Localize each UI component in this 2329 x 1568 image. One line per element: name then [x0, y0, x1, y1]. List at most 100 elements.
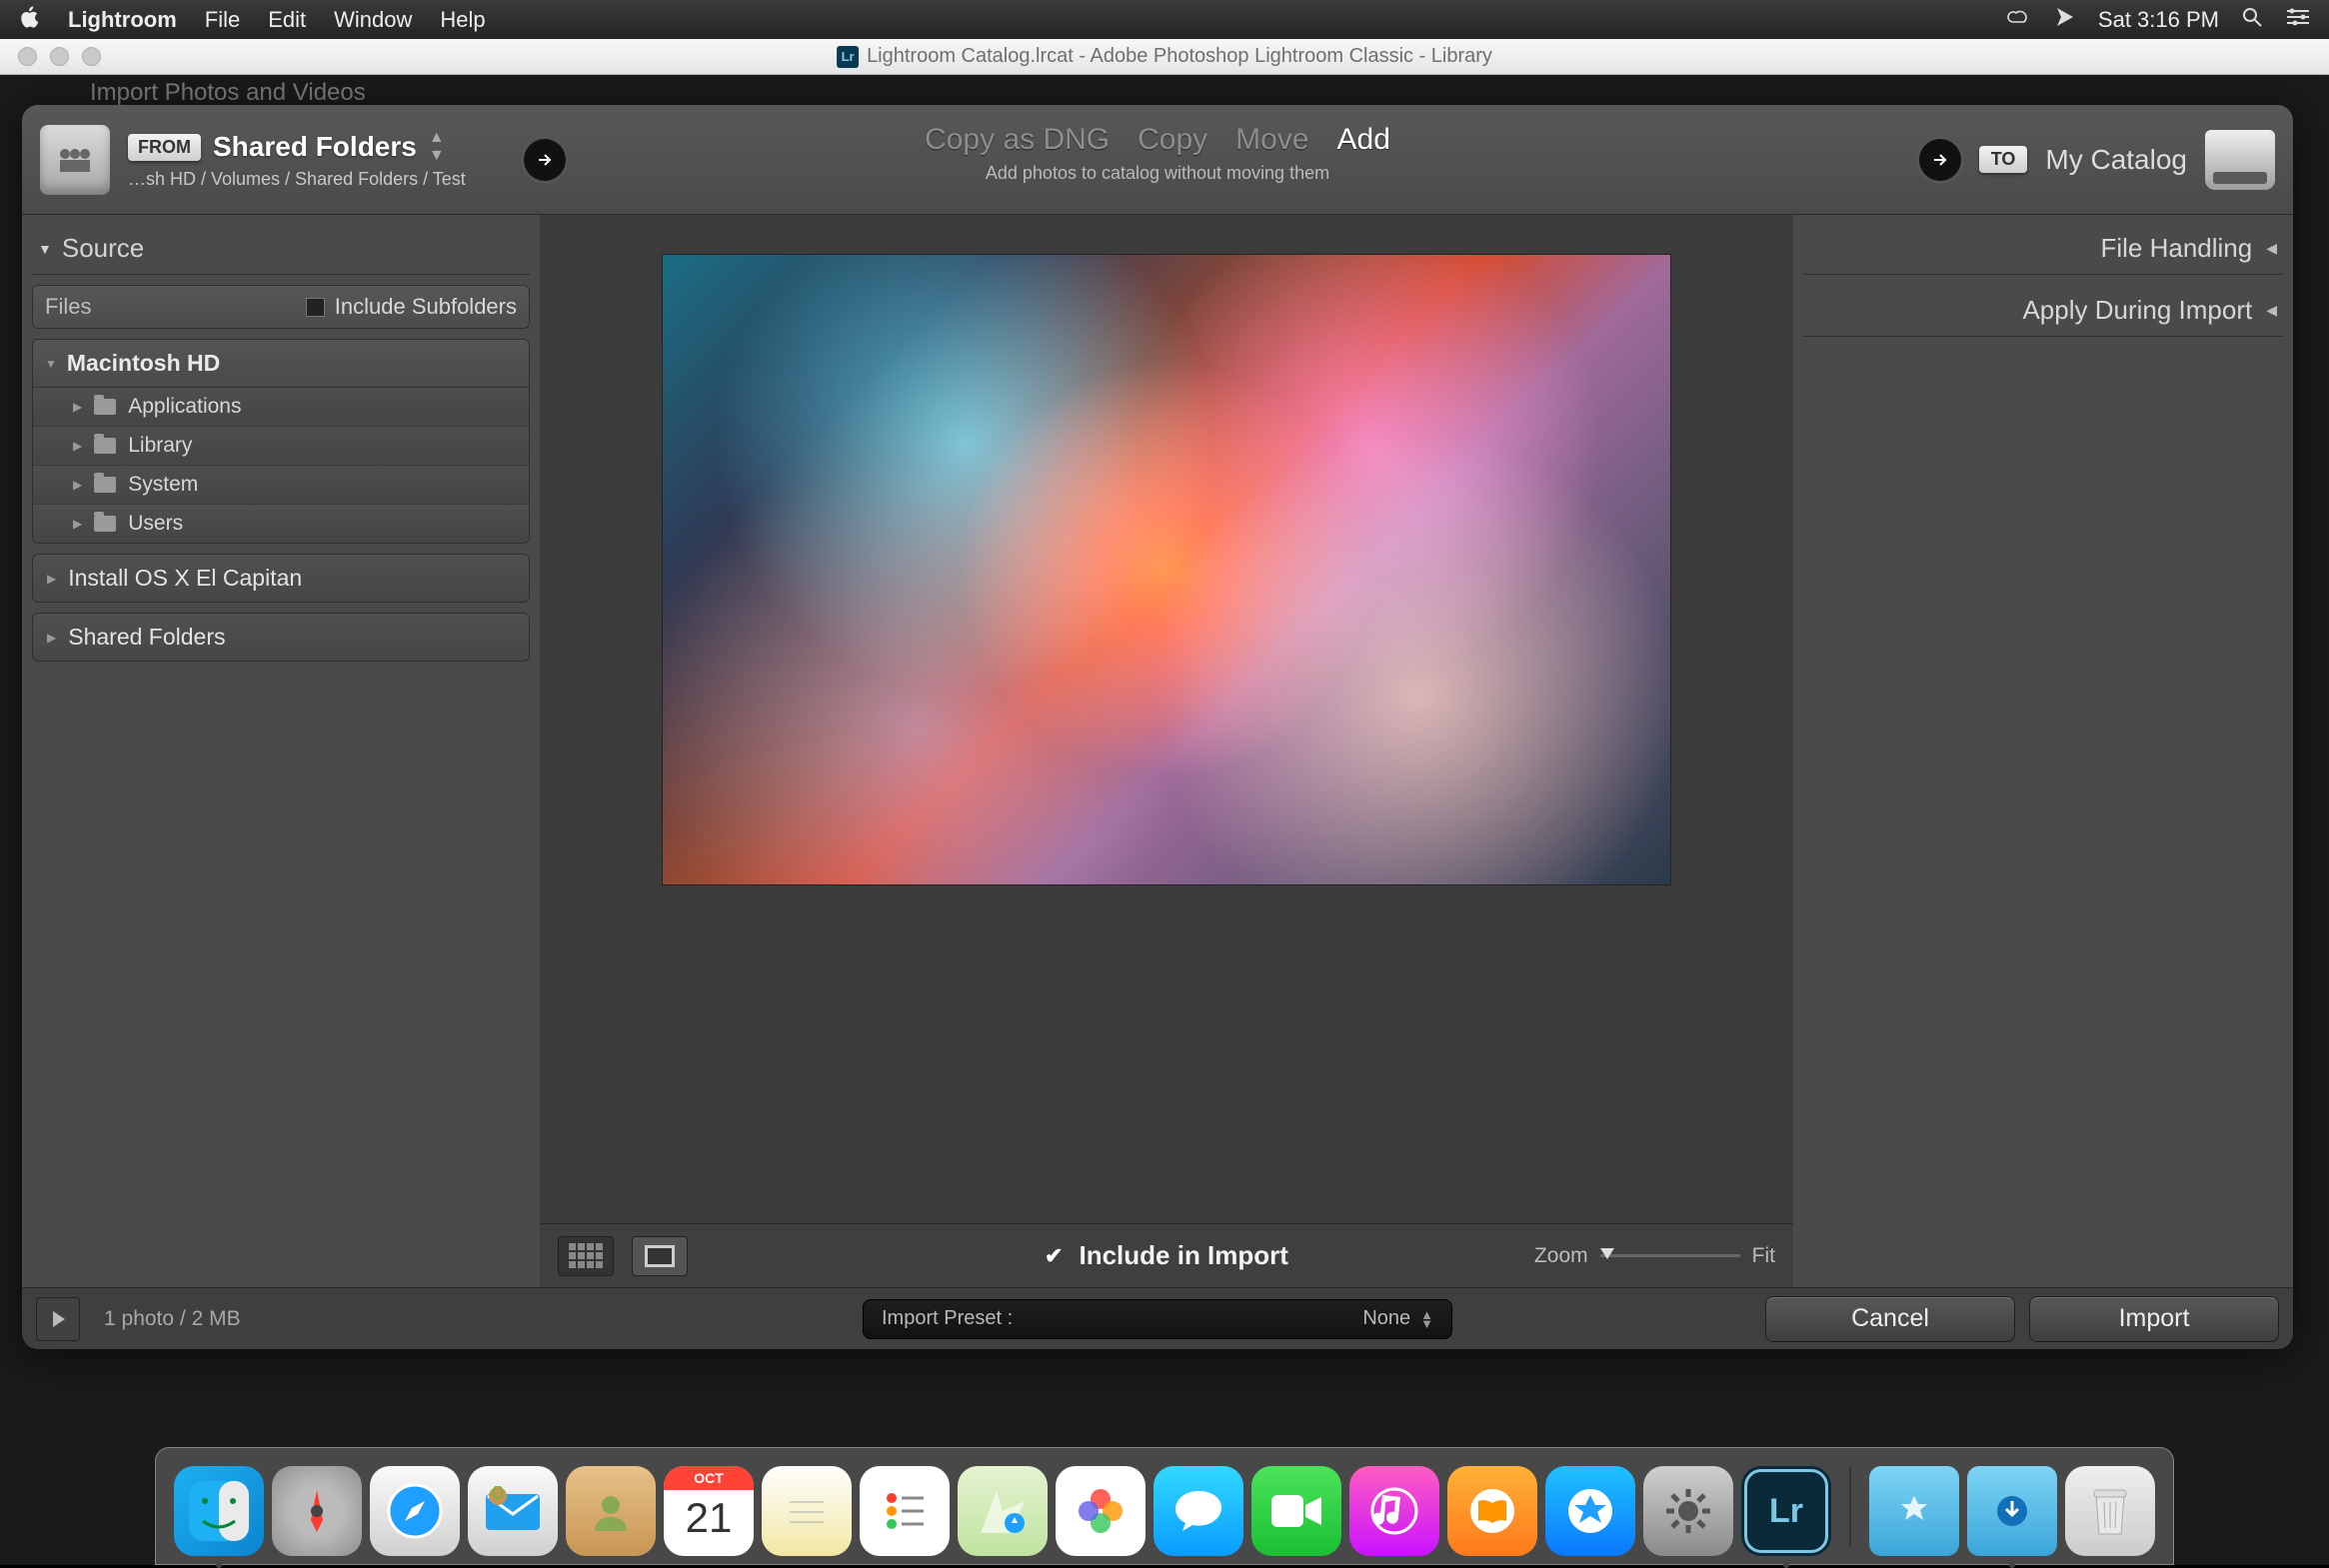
- file-handling-header[interactable]: File Handling ◀: [1803, 223, 2283, 275]
- source-arrow-button[interactable]: [524, 139, 566, 181]
- dock-reminders[interactable]: [860, 1466, 950, 1556]
- loupe-icon: [645, 1245, 675, 1267]
- dock-maps[interactable]: [958, 1466, 1048, 1556]
- dock-launchpad[interactable]: [272, 1466, 362, 1556]
- import-header: FROM Shared Folders ▲▼ …sh HD / Volumes …: [22, 105, 2293, 215]
- to-badge: TO: [1979, 146, 2028, 173]
- files-row: Files Include Subfolders: [32, 285, 530, 329]
- dock-messages[interactable]: [1154, 1466, 1243, 1556]
- chevron-updown-icon: ▲▼: [1420, 1310, 1433, 1328]
- dock-system-preferences[interactable]: [1643, 1466, 1733, 1556]
- dock-ibooks[interactable]: [1447, 1466, 1537, 1556]
- dock-downloads-folder[interactable]: [1967, 1466, 2057, 1556]
- source-dropdown-icon[interactable]: ▲▼: [429, 129, 445, 165]
- photo-thumbnail[interactable]: [663, 255, 1670, 884]
- macos-menubar: Lightroom File Edit Window Help Sat 3:16…: [0, 0, 2329, 39]
- folder-label: Users: [128, 512, 183, 536]
- mode-move[interactable]: Move: [1235, 123, 1308, 157]
- control-center-icon[interactable]: [2285, 7, 2311, 33]
- tree-item-system[interactable]: ▶System: [33, 466, 529, 505]
- folder-icon: [94, 477, 116, 493]
- menubar-item-edit[interactable]: Edit: [268, 7, 306, 33]
- mode-copy[interactable]: Copy: [1138, 123, 1207, 157]
- cancel-button[interactable]: Cancel: [1765, 1296, 2015, 1342]
- mode-add[interactable]: Add: [1337, 123, 1390, 157]
- dest-arrow-button[interactable]: [1919, 139, 1961, 181]
- tree-item-applications[interactable]: ▶Applications: [33, 388, 529, 427]
- menubar-app-name[interactable]: Lightroom: [68, 7, 177, 33]
- import-footer: 1 photo / 2 MB Import Preset : None▲▼ Ca…: [22, 1287, 2293, 1349]
- dock-appstore[interactable]: [1545, 1466, 1635, 1556]
- triangle-down-icon: ▼: [38, 241, 52, 257]
- source-network-drive-icon[interactable]: [40, 125, 110, 195]
- destination-title[interactable]: My Catalog: [2045, 144, 2187, 176]
- include-in-import-checkbox[interactable]: ✔: [1045, 1243, 1063, 1269]
- dock-safari[interactable]: [370, 1466, 460, 1556]
- minimize-import-button[interactable]: [36, 1297, 80, 1341]
- dock-photos[interactable]: [1056, 1466, 1146, 1556]
- import-preset-label: Import Preset :: [882, 1307, 1013, 1330]
- zoom-slider-thumb[interactable]: [1600, 1248, 1614, 1259]
- import-status: 1 photo / 2 MB: [94, 1307, 241, 1331]
- tree-root-macintosh-hd[interactable]: ▼Macintosh HD: [33, 340, 529, 388]
- apply-during-import-header[interactable]: Apply During Import ◀: [1803, 285, 2283, 337]
- source-title[interactable]: Shared Folders: [213, 131, 417, 163]
- source-panel-header[interactable]: ▼Source: [32, 223, 530, 275]
- import-mode-subtext: Add photos to catalog without moving the…: [925, 163, 1390, 184]
- destination-drive-icon[interactable]: [2205, 130, 2275, 190]
- folder-icon: [94, 516, 116, 532]
- import-mode-selector: Copy as DNG Copy Move Add Add photos to …: [925, 123, 1390, 184]
- folder-label: Applications: [128, 395, 241, 419]
- import-dialog-title: Import Photos and Videos: [90, 79, 366, 107]
- volume-install-osx[interactable]: ▶Install OS X El Capitan: [32, 554, 530, 603]
- single-view-button[interactable]: [632, 1236, 688, 1276]
- dock-finder[interactable]: [174, 1466, 264, 1556]
- triangle-right-icon: ▶: [73, 439, 82, 453]
- menubar-clock[interactable]: Sat 3:16 PM: [2098, 7, 2219, 33]
- apply-during-import-label: Apply During Import: [2022, 295, 2252, 326]
- apple-logo-icon[interactable]: [18, 6, 40, 34]
- source-panel: ▼Source Files Include Subfolders ▼Macint…: [22, 215, 540, 1287]
- source-tree: ▼Macintosh HD ▶Applications ▶Library ▶Sy…: [32, 339, 530, 544]
- dock-itunes[interactable]: [1349, 1466, 1439, 1556]
- creative-cloud-icon[interactable]: [2006, 7, 2032, 33]
- triangle-right-icon: ▶: [47, 572, 56, 586]
- macos-dock: OCT21 Lr: [155, 1447, 2174, 1565]
- spotlight-icon[interactable]: [2241, 6, 2263, 34]
- include-subfolders-label[interactable]: Include Subfolders: [335, 294, 517, 320]
- dock-notes[interactable]: [762, 1466, 852, 1556]
- triangle-right-icon: ▶: [73, 517, 82, 531]
- grid-view-button[interactable]: [558, 1236, 614, 1276]
- maximize-window-button[interactable]: [82, 47, 101, 66]
- files-label: Files: [45, 294, 91, 320]
- dock-mail[interactable]: [468, 1466, 558, 1556]
- import-button[interactable]: Import: [2029, 1296, 2279, 1342]
- fit-label[interactable]: Fit: [1752, 1244, 1775, 1268]
- file-handling-label: File Handling: [2100, 233, 2252, 264]
- dock-trash[interactable]: [2065, 1466, 2155, 1556]
- dock-calendar[interactable]: OCT21: [664, 1466, 754, 1556]
- notification-icon[interactable]: [2054, 6, 2076, 34]
- triangle-left-icon: ◀: [2266, 240, 2277, 257]
- tree-item-users[interactable]: ▶ Users: [33, 505, 529, 543]
- dock-contacts[interactable]: [566, 1466, 656, 1556]
- mode-copy-as-dng[interactable]: Copy as DNG: [925, 123, 1110, 157]
- menubar-item-window[interactable]: Window: [334, 7, 412, 33]
- zoom-slider[interactable]: [1600, 1254, 1740, 1257]
- menubar-item-file[interactable]: File: [205, 7, 240, 33]
- triangle-left-icon: ◀: [2266, 302, 2277, 319]
- include-subfolders-checkbox[interactable]: [306, 298, 325, 317]
- dock-applications-folder[interactable]: [1869, 1466, 1959, 1556]
- menubar-item-help[interactable]: Help: [440, 7, 485, 33]
- preview-area: ✔ Include in Import Zoom Fit: [540, 215, 1793, 1287]
- minimize-window-button[interactable]: [50, 47, 69, 66]
- include-in-import-label[interactable]: Include in Import: [1079, 1240, 1287, 1271]
- close-window-button[interactable]: [18, 47, 37, 66]
- dock-lightroom[interactable]: Lr: [1741, 1466, 1831, 1556]
- volume-shared-folders[interactable]: ▶Shared Folders: [32, 613, 530, 662]
- dock-facetime[interactable]: [1251, 1466, 1341, 1556]
- triangle-down-icon: ▼: [45, 357, 57, 371]
- import-preset-dropdown[interactable]: Import Preset : None▲▼: [863, 1299, 1452, 1339]
- tree-item-library[interactable]: ▶Library: [33, 427, 529, 466]
- calendar-month: OCT: [664, 1466, 754, 1490]
